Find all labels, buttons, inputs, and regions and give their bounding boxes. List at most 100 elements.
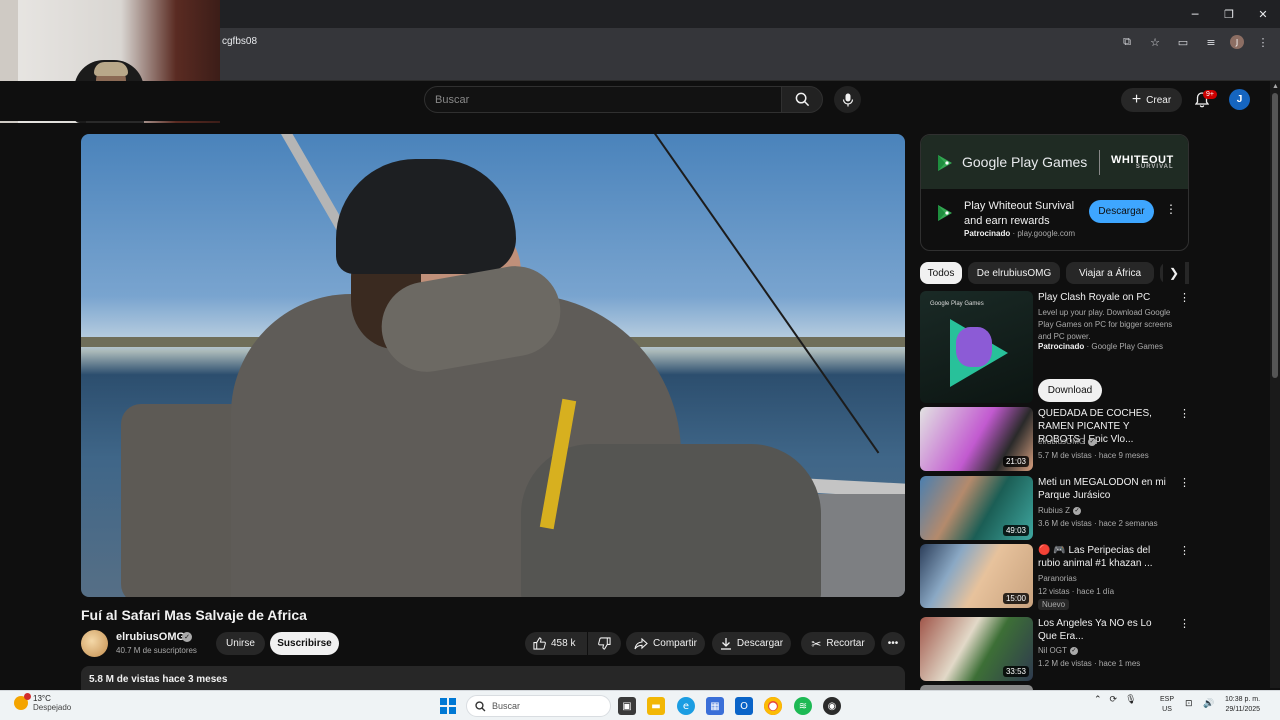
- recommendation-meta: 12 vistas · hace 1 día: [1038, 587, 1115, 596]
- search-button[interactable]: [781, 86, 823, 113]
- recommendation-channel[interactable]: Paranorias: [1038, 574, 1077, 583]
- profile-avatar[interactable]: J: [1230, 35, 1244, 49]
- plus-icon: +: [1131, 90, 1142, 108]
- subscribe-button[interactable]: Suscribirse: [270, 632, 339, 655]
- url-text[interactable]: cgfbs08: [222, 36, 257, 47]
- subscriber-count: 40.7 M de suscriptores: [116, 646, 197, 655]
- recommendation-item[interactable]: 33:53 Los Angeles Ya NO es Lo Que Era...…: [920, 617, 1190, 681]
- chip-all[interactable]: Todos: [920, 262, 962, 284]
- video-scene-person-cap: [336, 159, 516, 274]
- sponsored-download-button[interactable]: Download: [1038, 379, 1102, 402]
- recommendation-channel[interactable]: Rubius Z ✓: [1038, 506, 1082, 515]
- task-view-icon[interactable]: ▣: [618, 697, 636, 715]
- obs-recording-icon[interactable]: ◉: [823, 697, 841, 715]
- chip-from-channel[interactable]: De elrubiusOMG: [968, 262, 1060, 284]
- recommendation-thumbnail[interactable]: 21:03: [920, 407, 1033, 471]
- recommendation-title[interactable]: 🔴 🎮 Las Peripecias del rubio animal #1 k…: [1038, 544, 1173, 570]
- close-window-button[interactable]: ✕: [1246, 0, 1280, 28]
- google-play-games-icon: [938, 155, 952, 171]
- recommendation-title[interactable]: Meti un MEGALODON en mi Parque Jurásico: [1038, 476, 1173, 502]
- clip-label: Recortar: [826, 638, 865, 649]
- account-avatar[interactable]: J: [1229, 89, 1250, 110]
- sponsored-recommendation[interactable]: Google Play Games Play Clash Royale on P…: [920, 291, 1190, 403]
- voice-search-button[interactable]: [834, 86, 861, 113]
- sponsored-label: Patrocinado: [1038, 342, 1085, 351]
- video-player[interactable]: [81, 134, 905, 597]
- store-icon[interactable]: ▦: [706, 697, 724, 715]
- weather-widget[interactable]: 13°C Despejado: [14, 693, 71, 712]
- share-button[interactable]: Compartir: [626, 632, 705, 655]
- more-options-icon[interactable]: ⋮: [1179, 617, 1190, 630]
- edge-browser-icon[interactable]: e: [677, 697, 695, 715]
- more-options-icon[interactable]: ⋮: [1179, 291, 1190, 304]
- recommendation-thumbnail[interactable]: Google Play Games: [920, 291, 1033, 403]
- bookmark-star-icon[interactable]: ☆: [1146, 32, 1164, 52]
- recommendation-item[interactable]: 49:03 Meti un MEGALODON en mi Parque Jur…: [920, 476, 1190, 540]
- volume-icon[interactable]: 🔊: [1203, 699, 1214, 709]
- create-button[interactable]: + Crear: [1121, 88, 1182, 112]
- outlook-icon[interactable]: O: [735, 697, 753, 715]
- media-controls-icon[interactable]: ≡: [1202, 32, 1220, 52]
- microphone-icon: [842, 93, 853, 106]
- more-actions-button[interactable]: •••: [881, 632, 905, 655]
- recommendation-title[interactable]: Play Clash Royale on PC: [1038, 291, 1173, 304]
- more-options-icon[interactable]: ⋮: [1179, 407, 1190, 420]
- dislike-button[interactable]: [588, 632, 621, 655]
- channel-name: Rubius Z: [1038, 506, 1071, 515]
- browser-menu-icon[interactable]: ⋮: [1254, 32, 1272, 52]
- recommendation-description: Level up your play. Download Google Play…: [1038, 308, 1173, 341]
- sponsored-ad-card[interactable]: Google Play Games WHITEOUT SURVIVAL Play…: [920, 134, 1189, 251]
- chip-travel-africa[interactable]: Viajar a África: [1066, 262, 1154, 284]
- recommendation-title[interactable]: Los Angeles Ya NO es Lo Que Era...: [1038, 617, 1173, 643]
- reading-mode-icon[interactable]: ▭: [1174, 32, 1192, 52]
- recommendation-thumbnail[interactable]: 15:00: [920, 544, 1033, 608]
- more-options-icon[interactable]: ⋮: [1179, 476, 1190, 489]
- sync-icon[interactable]: ⟳: [1110, 695, 1118, 705]
- ad-download-button[interactable]: Descargar: [1089, 200, 1154, 223]
- channel-name[interactable]: elrubiusOMG: [116, 631, 185, 643]
- verified-check-icon: ✓: [1073, 506, 1082, 515]
- taskbar-clock[interactable]: 10:38 p. m. 29/11/2025: [1225, 695, 1260, 715]
- language-indicator[interactable]: ESP US: [1160, 695, 1174, 715]
- windows-taskbar: 13°C Despejado Buscar ▣ ▬ e ▦ O ● ≋ ◉ ⌃ …: [0, 690, 1280, 720]
- channel-avatar[interactable]: [81, 630, 108, 657]
- ad-banner[interactable]: Google Play Games WHITEOUT SURVIVAL: [921, 135, 1188, 189]
- spotify-icon[interactable]: ≋: [794, 697, 812, 715]
- video-duration: 15:00: [1002, 593, 1029, 604]
- create-label: Crear: [1146, 94, 1172, 106]
- windows-start-icon[interactable]: [440, 698, 456, 714]
- install-app-icon[interactable]: ⧉: [1118, 32, 1136, 52]
- scroll-up-arrow-icon[interactable]: ▲: [1272, 83, 1279, 90]
- chrome-icon[interactable]: ●: [764, 697, 782, 715]
- file-explorer-icon[interactable]: ▬: [647, 697, 665, 715]
- description-box[interactable]: 5.8 M de vistas hace 3 meses: [81, 666, 905, 690]
- download-button[interactable]: Descargar: [712, 632, 791, 655]
- search-input[interactable]: [425, 87, 781, 112]
- recommendation-item[interactable]: 15:00 🔴 🎮 Las Peripecias del rubio anima…: [920, 544, 1190, 610]
- maximize-button[interactable]: ❐: [1212, 0, 1246, 28]
- tray-overflow-icon[interactable]: ⌃: [1094, 695, 1102, 705]
- recommendation-channel[interactable]: Nil OGT ✓: [1038, 646, 1078, 655]
- ad-more-options-icon[interactable]: ⋮: [1165, 202, 1177, 216]
- join-button[interactable]: Unirse: [216, 632, 265, 655]
- scrollbar-thumb[interactable]: [1272, 93, 1278, 378]
- chips-next-arrow-icon[interactable]: ❯: [1163, 262, 1185, 284]
- microphone-tray-icon[interactable]: 🎙: [1125, 695, 1136, 705]
- clip-button[interactable]: ✂ Recortar: [801, 632, 875, 655]
- ad-title[interactable]: Play Whiteout Survival and earn rewards: [964, 199, 1084, 229]
- minimize-button[interactable]: ─: [1178, 0, 1212, 28]
- recommendation-item[interactable]: 21:03 QUEDADA DE COCHES, RAMEN PICANTE Y…: [920, 407, 1190, 471]
- video-scene-fishing-line: [654, 134, 880, 454]
- new-badge: Nuevo: [1038, 599, 1070, 610]
- recommendation-channel[interactable]: elrubiusOMG ✓: [1038, 437, 1097, 446]
- video-duration: 49:03: [1002, 525, 1029, 536]
- network-icon[interactable]: ⊡: [1185, 699, 1193, 709]
- page-scrollbar[interactable]: ▲: [1270, 81, 1280, 688]
- taskbar-search[interactable]: Buscar: [466, 695, 611, 717]
- more-options-icon[interactable]: ⋮: [1179, 544, 1190, 557]
- like-button[interactable]: 458 k: [525, 632, 587, 655]
- search-box[interactable]: [424, 86, 782, 113]
- scissors-icon: ✂: [811, 636, 822, 651]
- recommendation-thumbnail[interactable]: 49:03: [920, 476, 1033, 540]
- recommendation-thumbnail[interactable]: 33:53: [920, 617, 1033, 681]
